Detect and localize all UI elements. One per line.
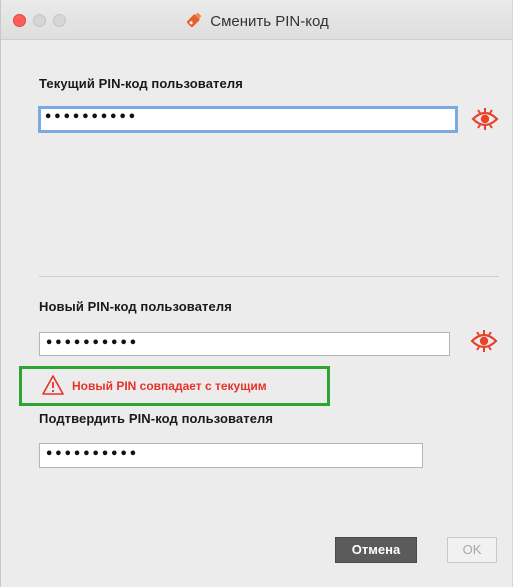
current-pin-label: Текущий PIN-код пользователя	[39, 76, 243, 91]
section-divider	[39, 276, 499, 277]
new-pin-field[interactable]: ••••••••••	[39, 332, 450, 356]
cancel-button[interactable]: Отмена	[335, 537, 417, 563]
show-new-pin-eye-icon[interactable]	[470, 330, 498, 352]
confirm-pin-field[interactable]: ••••••••••	[39, 443, 423, 468]
pin-warning-highlight: Новый PIN совпадает с текущим	[19, 366, 330, 406]
window-title-area: Сменить PIN-код	[1, 11, 512, 33]
show-current-pin-eye-icon[interactable]	[471, 108, 499, 130]
new-pin-label: Новый PIN-код пользователя	[39, 299, 232, 314]
confirm-pin-label: Подтвердить PIN-код пользователя	[39, 411, 274, 426]
usb-token-icon	[184, 11, 204, 33]
change-pin-dialog: Сменить PIN-код Текущий PIN-код пользова…	[0, 0, 513, 587]
warning-triangle-icon	[42, 375, 64, 400]
current-pin-field[interactable]: ••••••••••	[38, 106, 458, 133]
title-bar: Сменить PIN-код	[1, 0, 512, 40]
pin-warning-text: Новый PIN совпадает с текущим	[72, 379, 267, 393]
ok-button[interactable]: OK	[447, 537, 497, 563]
window-title: Сменить PIN-код	[210, 13, 329, 30]
